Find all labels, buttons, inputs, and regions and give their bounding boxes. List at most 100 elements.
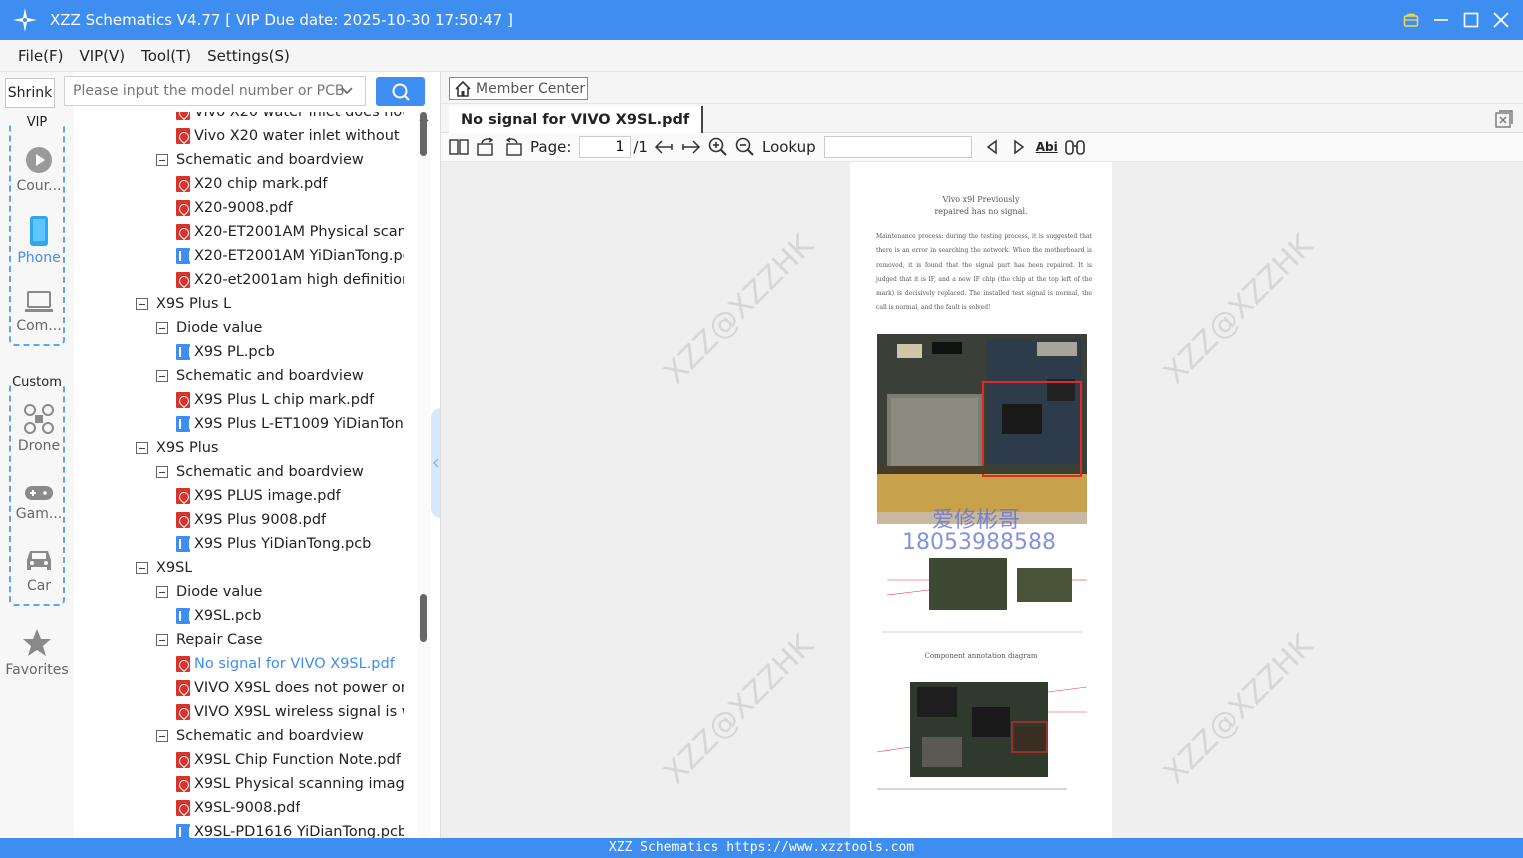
zoom-in-icon[interactable]	[708, 137, 728, 157]
previous-page-icon[interactable]	[654, 137, 674, 157]
menu-tool[interactable]: Tool(T)	[133, 47, 199, 65]
collapse-toggle-icon[interactable]	[156, 586, 168, 598]
tree-file[interactable]: X9S Plus YiDianTong.pcb	[176, 532, 371, 556]
tree-item-label: X20-9008.pdf	[194, 200, 293, 216]
find-previous-icon[interactable]	[982, 137, 1002, 157]
pdf-file-icon	[176, 272, 190, 288]
pdf-file-icon	[176, 512, 190, 528]
tree-file[interactable]: X9SL-PD1616 YiDianTong.pcb	[176, 820, 404, 838]
search-button[interactable]	[376, 77, 425, 106]
chevron-down-icon[interactable]	[340, 84, 354, 98]
custom-group-label: Custom	[11, 375, 63, 390]
category-car[interactable]: Car	[11, 548, 67, 594]
tree-folder[interactable]: Repair Case	[156, 628, 263, 652]
pdf-file-icon	[176, 392, 190, 408]
tree-folder[interactable]: Diode value	[156, 580, 262, 604]
tree-file[interactable]: X9S Plus 9008.pdf	[176, 508, 326, 532]
tree-scrollbar[interactable]	[418, 112, 430, 838]
collapse-toggle-icon[interactable]	[136, 562, 148, 574]
tree-folder[interactable]: Schematic and boardview	[156, 724, 364, 748]
pdf-file-icon	[176, 200, 190, 216]
rotate-right-icon[interactable]	[503, 137, 523, 157]
collapse-toggle-icon[interactable]	[136, 442, 148, 454]
tree-folder[interactable]: X9S Plus	[136, 436, 219, 460]
tree-file[interactable]: No signal for VIVO X9SL.pdf	[176, 652, 395, 676]
tree-file[interactable]: X20-9008.pdf	[176, 196, 293, 220]
zoom-out-icon[interactable]	[735, 137, 755, 157]
scrollbar-thumb[interactable]	[420, 112, 427, 156]
tree-file[interactable]: VIVO X9SL does not power on.p	[176, 676, 404, 700]
shrink-button[interactable]: Shrink	[5, 78, 55, 108]
tree-folder[interactable]: Schematic and boardview	[156, 148, 364, 172]
minimize-button[interactable]	[1433, 12, 1449, 28]
collapse-toggle-icon[interactable]	[156, 370, 168, 382]
app-logo-icon	[0, 0, 50, 40]
member-center-button[interactable]: Member Center	[449, 77, 588, 100]
tree-file[interactable]: Vivo X20 water inlet does not st	[176, 112, 404, 124]
tree-item-label: Diode value	[176, 584, 263, 600]
tab-document-title: No signal for VIVO X9SL.pdf	[461, 111, 690, 128]
watermark: XZZ@XZZHK	[1157, 227, 1321, 392]
document-canvas[interactable]: XZZ@XZZHK XZZ@XZZHK XZZ@XZZHK XZZ@XZZHK …	[441, 162, 1523, 838]
scrollbar-thumb-secondary[interactable]	[420, 594, 427, 642]
tree-file[interactable]: X9S Plus L-ET1009 YiDianTong.p	[176, 412, 404, 436]
viewer-header: Member Center	[441, 72, 1523, 104]
tree-file[interactable]: X9SL-9008.pdf	[176, 796, 300, 820]
tree-file[interactable]: VIVO X9SL wireless signal is wea	[176, 700, 404, 724]
collapse-toggle-icon[interactable]	[156, 730, 168, 742]
doc-title: Vivo x9l Previously repaired has no sign…	[850, 194, 1112, 218]
collapse-toggle-icon[interactable]	[156, 634, 168, 646]
collapse-toggle-icon[interactable]	[156, 322, 168, 334]
match-case-icon[interactable]: Abi	[1036, 137, 1058, 157]
category-drone[interactable]: Drone	[11, 404, 67, 454]
two-page-view-icon[interactable]	[449, 137, 469, 157]
tree-folder[interactable]: Diode value	[156, 316, 262, 340]
collapse-toggle-icon[interactable]	[156, 466, 168, 478]
close-tab-icon[interactable]	[1495, 110, 1513, 128]
category-favorites-label: Favorites	[5, 662, 69, 678]
vip-bag-icon[interactable]	[1403, 12, 1419, 28]
category-games[interactable]: Gam...	[11, 484, 67, 522]
tree-file[interactable]: X20-ET2001AM YiDianTong.pcb	[176, 244, 404, 268]
tree-item-label: Schematic and boardview	[176, 464, 364, 480]
tab-document[interactable]: No signal for VIVO X9SL.pdf	[449, 106, 704, 133]
collapse-toggle-icon[interactable]	[136, 298, 148, 310]
tree-file[interactable]: X9S PLUS image.pdf	[176, 484, 341, 508]
collapse-toggle-icon[interactable]	[156, 154, 168, 166]
category-favorites[interactable]: Favorites	[0, 628, 74, 678]
tree-file[interactable]: X9SL.pcb	[176, 604, 261, 628]
category-drone-label: Drone	[17, 438, 61, 454]
tree-file[interactable]: X9S PL.pcb	[176, 340, 275, 364]
tree-item-label: VIVO X9SL wireless signal is wea	[194, 704, 404, 720]
tree-folder[interactable]: Schematic and boardview	[156, 364, 364, 388]
maximize-button[interactable]	[1463, 12, 1479, 28]
menu-settings[interactable]: Settings(S)	[199, 47, 298, 65]
category-courses[interactable]: Cour...	[11, 146, 67, 194]
category-computer[interactable]: Com...	[11, 290, 67, 334]
tree-file[interactable]: X20-et2001am high definition i	[176, 268, 404, 292]
tree-file[interactable]: X9SL Physical scanning image.p	[176, 772, 404, 796]
tree-file[interactable]: X20-ET2001AM Physical scannii	[176, 220, 404, 244]
next-page-icon[interactable]	[681, 137, 701, 157]
binoculars-icon[interactable]	[1064, 137, 1085, 157]
find-next-icon[interactable]	[1009, 137, 1029, 157]
menu-file[interactable]: File(F)	[10, 47, 71, 65]
category-phone-label: Phone	[17, 250, 61, 266]
lookup-input[interactable]	[823, 136, 972, 158]
tree-file[interactable]: X9SL Chip Function Note.pdf	[176, 748, 401, 772]
tree-file[interactable]: X9S Plus L chip mark.pdf	[176, 388, 374, 412]
tree-file[interactable]: X20 chip mark.pdf	[176, 172, 328, 196]
close-button[interactable]	[1493, 12, 1509, 28]
tree-folder[interactable]: Schematic and boardview	[156, 460, 364, 484]
menu-vip[interactable]: VIP(V)	[71, 47, 133, 65]
tree-item-label: X9SL Chip Function Note.pdf	[194, 752, 401, 768]
drone-icon	[24, 404, 54, 434]
tree-folder[interactable]: X9S Plus L	[136, 292, 231, 316]
search-input[interactable]	[64, 76, 366, 106]
doc-title-line1: Vivo x9l Previously	[942, 195, 1020, 204]
tree-file[interactable]: Vivo X20 water inlet without ba	[176, 124, 404, 148]
rotate-left-icon[interactable]	[476, 137, 496, 157]
category-phone[interactable]: Phone	[11, 216, 67, 266]
page-number-input[interactable]	[579, 136, 632, 158]
tree-folder[interactable]: X9SL	[136, 556, 192, 580]
